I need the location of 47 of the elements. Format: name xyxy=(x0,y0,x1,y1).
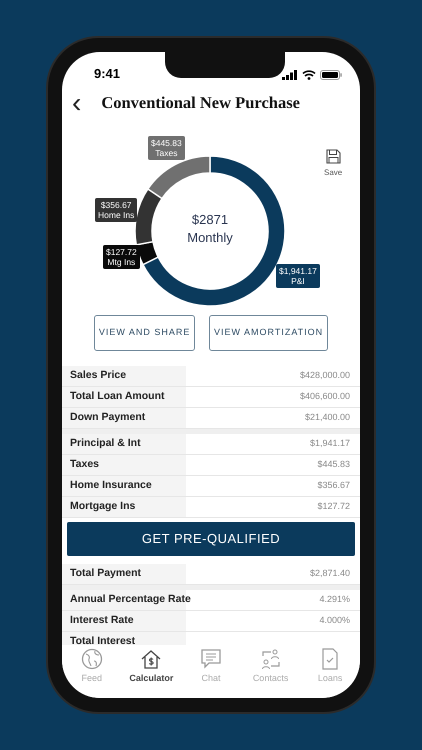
battery-icon xyxy=(320,70,342,80)
globe-icon xyxy=(80,648,103,670)
tab-item[interactable]: Calculator xyxy=(123,648,180,686)
row-value: $21,400.00 xyxy=(304,410,351,424)
row-label: Taxes xyxy=(69,456,100,472)
view-share-button[interactable]: VIEW AND SHARE xyxy=(94,315,196,351)
save-button[interactable]: Save xyxy=(324,148,342,179)
contacts-icon xyxy=(260,648,282,670)
row-value: $406,600.00 xyxy=(298,390,351,403)
save-icon xyxy=(326,148,341,164)
page-title: Conventional New Purchase xyxy=(101,92,300,114)
chart-tag: $1,941.17 P&I xyxy=(276,264,320,288)
row-value: $127.72 xyxy=(316,500,351,513)
chart-tag: $127.72 Mtg Ins xyxy=(103,244,140,270)
row-label: Mortgage Ins xyxy=(69,498,136,514)
row-value: $428,000.00 xyxy=(298,368,351,382)
house-dollar-icon xyxy=(140,648,162,670)
signal-icon xyxy=(282,70,298,80)
back-button[interactable]: ‹ xyxy=(72,88,82,117)
row-value: $445.83 xyxy=(316,458,351,471)
row-label: Annual Percentage Rate xyxy=(69,592,191,607)
slice-label: Taxes xyxy=(154,148,178,158)
row-label: Interest Rate xyxy=(69,612,135,628)
view-amortization-button[interactable]: VIEW AMORTIZATION xyxy=(209,315,328,351)
row-value: $2,871.40 xyxy=(308,566,351,580)
chat-icon xyxy=(200,648,222,670)
status-time: 9:41 xyxy=(94,66,120,80)
slice-label: Home Ins xyxy=(98,210,134,220)
row-label: Total Loan Amount xyxy=(69,388,166,404)
chart-tag: $356.67 Home Ins xyxy=(95,198,138,222)
wifi-icon xyxy=(302,70,316,80)
row-label: Total Interest xyxy=(69,634,136,646)
row-label: Down Payment xyxy=(69,410,146,425)
slice-label: Mtg Ins xyxy=(106,257,136,268)
pre-qualify-button[interactable]: GET PRE-QUALIFIED xyxy=(67,522,355,556)
center-amount: $2871 xyxy=(190,210,230,229)
slice-label: P&I xyxy=(290,276,306,286)
row-label: Principal & Int xyxy=(69,436,142,451)
chart-tag: $445.83 Taxes xyxy=(148,136,185,160)
row-label: Home Insurance xyxy=(69,478,153,493)
row-value: $1,941.17 xyxy=(308,436,351,450)
row-label: Sales Price xyxy=(69,368,128,383)
row-label: Total Payment xyxy=(69,566,142,581)
row-value: 4.291% xyxy=(318,592,351,606)
row-value: $356.67 xyxy=(316,478,351,492)
center-label: Monthly xyxy=(186,228,234,247)
row-value: 4.000% xyxy=(318,614,351,627)
